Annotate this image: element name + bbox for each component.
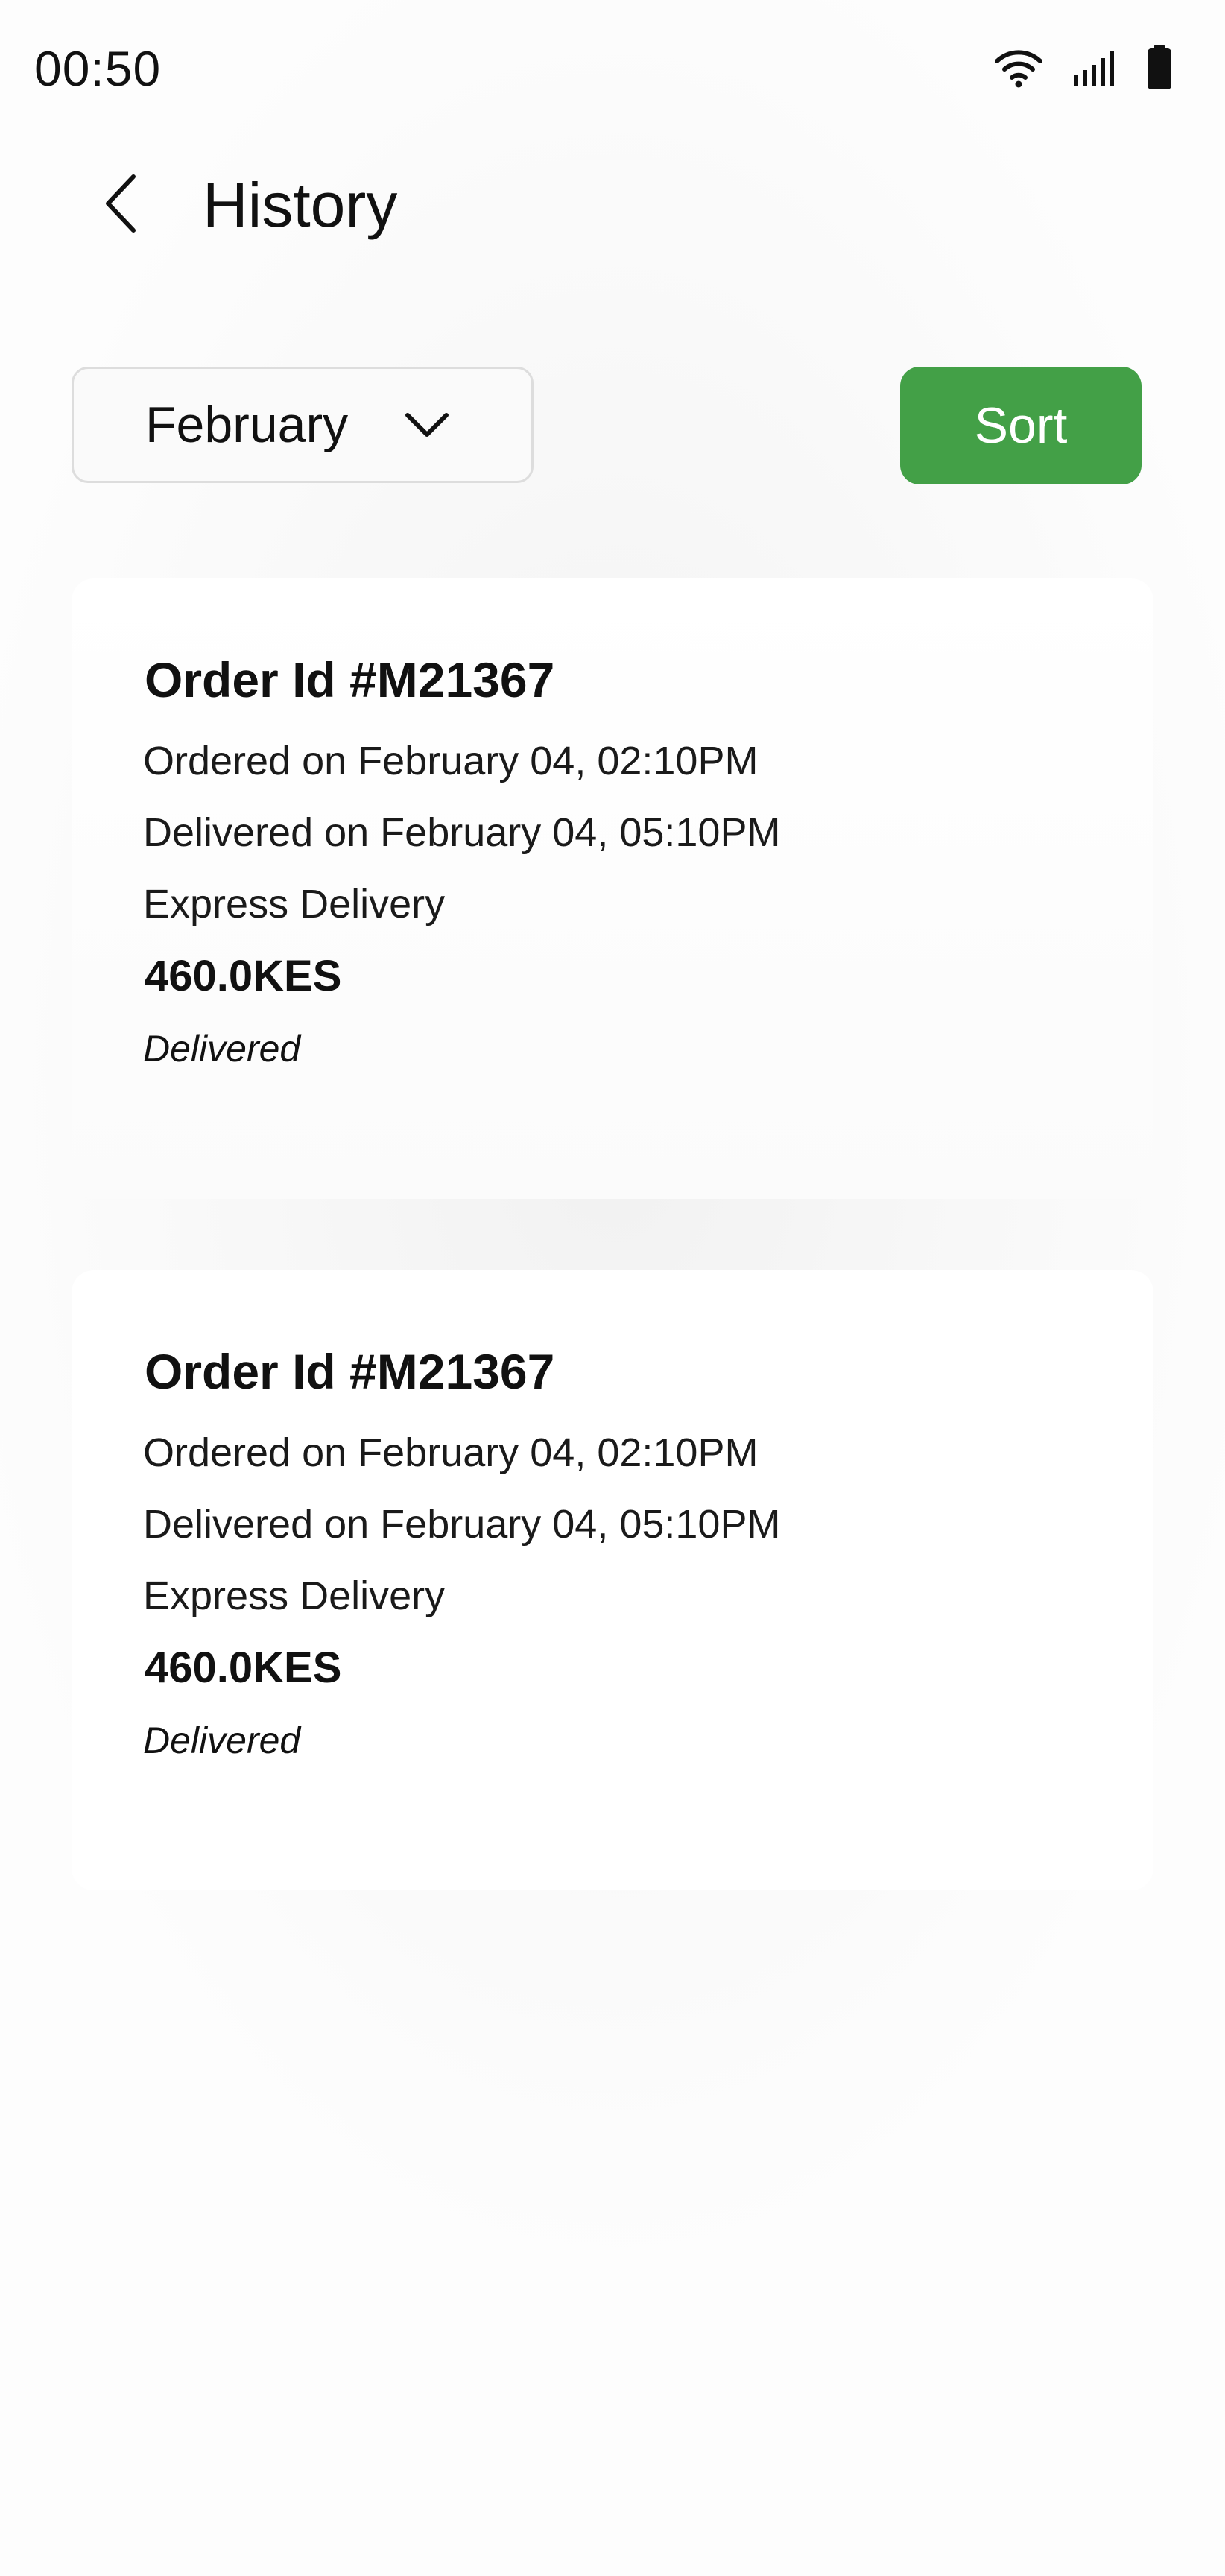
delivered-on-text: Delivered on February 04, 05:10PM <box>143 1502 781 1547</box>
wifi-icon <box>994 48 1043 88</box>
chevron-left-icon <box>101 172 142 239</box>
app-header: History <box>0 149 1225 261</box>
order-amount: 460.0KES <box>145 1644 342 1692</box>
status-time: 00:50 <box>34 41 162 96</box>
order-status: Delivered <box>143 1028 301 1070</box>
ordered-on-text: Ordered on February 04, 02:10PM <box>143 1430 759 1475</box>
delivery-type-text: Express Delivery <box>143 882 446 926</box>
chevron-down-icon <box>405 403 449 448</box>
month-dropdown-value: February <box>145 397 349 453</box>
status-bar: 00:50 <box>0 0 1225 134</box>
order-status: Delivered <box>143 1720 301 1761</box>
order-card[interactable]: Order Id #M21367 Ordered on February 04,… <box>72 578 1153 1199</box>
delivered-on-text: Delivered on February 04, 05:10PM <box>143 810 781 855</box>
delivery-type-text: Express Delivery <box>143 1573 446 1618</box>
order-id: Order Id #M21367 <box>145 1344 555 1399</box>
battery-icon <box>1146 45 1173 91</box>
status-icons <box>994 43 1173 92</box>
page-title: History <box>203 170 398 240</box>
month-dropdown[interactable]: February <box>72 367 534 483</box>
order-id: Order Id #M21367 <box>145 652 555 707</box>
back-button[interactable] <box>88 171 155 239</box>
sort-button[interactable]: Sort <box>900 367 1142 484</box>
ordered-on-text: Ordered on February 04, 02:10PM <box>143 739 759 783</box>
order-card[interactable]: Order Id #M21367 Ordered on February 04,… <box>72 1270 1153 1890</box>
order-amount: 460.0KES <box>145 952 342 1000</box>
cellular-signal-icon <box>1073 48 1116 87</box>
